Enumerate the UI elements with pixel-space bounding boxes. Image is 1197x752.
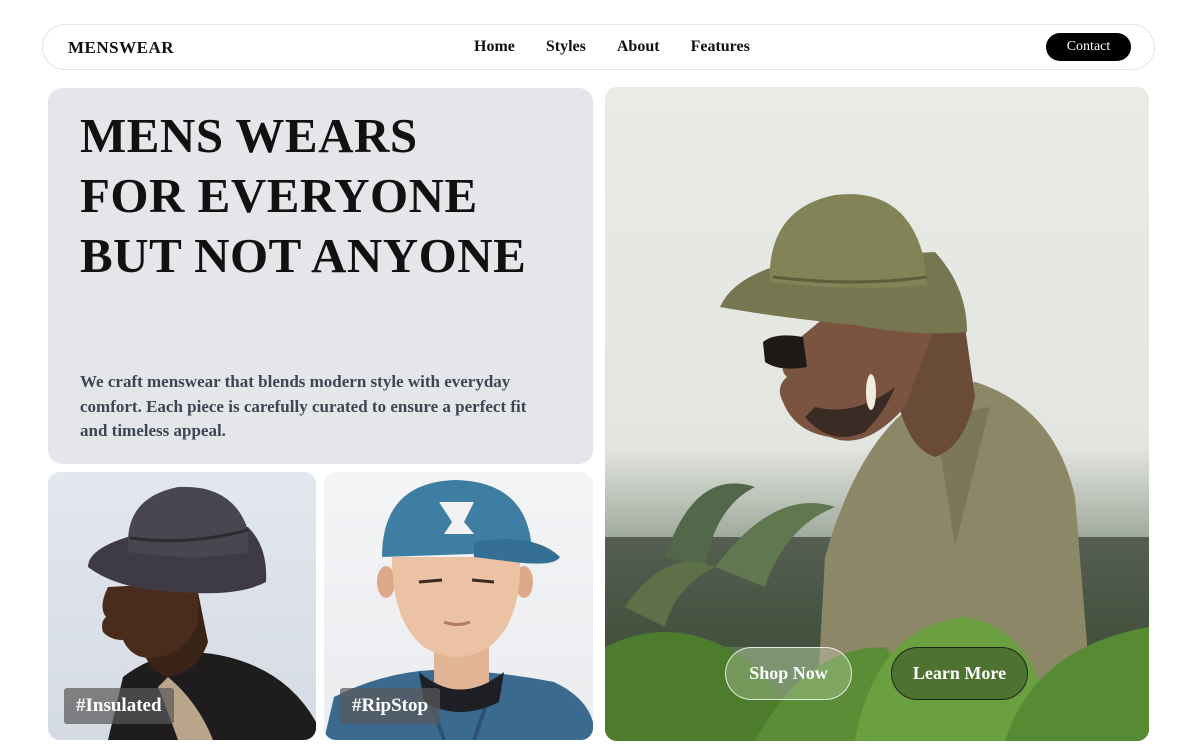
- man-olive-bucket-hat-garden-image: [605, 194, 1149, 741]
- hero-title-line-2: FOR EVERYONE: [80, 168, 478, 223]
- shop-now-button[interactable]: Shop Now: [725, 647, 852, 700]
- nav-link-styles[interactable]: Styles: [546, 38, 586, 56]
- nav-link-home[interactable]: Home: [474, 38, 515, 56]
- nav-link-about[interactable]: About: [617, 38, 660, 56]
- contact-button[interactable]: Contact: [1046, 33, 1131, 61]
- nav-links: Home Styles About Features: [474, 38, 750, 56]
- feature-image-card: Shop Now Learn More: [605, 87, 1149, 741]
- hero-description: We craft menswear that blends modern sty…: [80, 372, 527, 440]
- product-card-ripstop[interactable]: #RipStop: [324, 472, 593, 740]
- hero-title-line-3: BUT NOT ANYONE: [80, 228, 527, 283]
- nav-link-features[interactable]: Features: [691, 38, 750, 56]
- top-navbar: MENSWEAR Home Styles About Features Cont…: [42, 24, 1155, 70]
- tag-ripstop[interactable]: #RipStop: [340, 688, 441, 724]
- brand-logo[interactable]: MENSWEAR: [68, 38, 174, 58]
- hero-title-line-1: MENS WEARS: [80, 108, 418, 163]
- tag-insulated[interactable]: #Insulated: [64, 688, 174, 724]
- product-card-insulated[interactable]: #Insulated: [48, 472, 316, 740]
- hero-card: MENS WEARS FOR EVERYONE BUT NOT ANYONE W…: [48, 88, 593, 464]
- hero-title: MENS WEARS FOR EVERYONE BUT NOT ANYONE: [80, 106, 526, 286]
- learn-more-button[interactable]: Learn More: [891, 647, 1028, 700]
